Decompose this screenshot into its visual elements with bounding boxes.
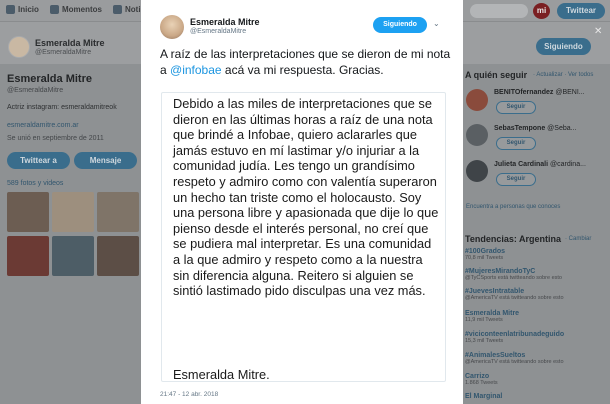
photo-thumbnail[interactable] xyxy=(7,236,49,276)
following-button[interactable]: Siguiendo xyxy=(536,38,591,55)
nav-moments-label: Momentos xyxy=(62,5,102,14)
trend-name: #MujeresMirandoTyC xyxy=(465,268,536,275)
trends-change-link[interactable]: · Cambiar xyxy=(565,236,591,242)
trend-name: #100Grados xyxy=(465,248,506,255)
trend-meta: 1.868 Tweets xyxy=(465,380,498,386)
nav-moments[interactable]: Momentos xyxy=(50,5,102,14)
trend-meta: @AmericaTV está twitteando sobre esto xyxy=(465,295,564,301)
photos-videos-link[interactable]: 589 fotos y videos xyxy=(7,180,63,187)
nav-notifications-label: Noti xyxy=(125,5,141,14)
tweet-text-after: acá va mi respuesta. Gracias. xyxy=(221,63,384,77)
suggested-user[interactable]: Julieta Cardinali @cardina... xyxy=(494,161,586,168)
header-profile-name: Esmeralda Mitre xyxy=(35,38,105,48)
trend-name: Esmeralda Mitre xyxy=(465,310,520,317)
nav-home[interactable]: Inicio xyxy=(6,5,39,14)
trend-name: #JuevesIntratable xyxy=(465,288,525,295)
tweet-author-name[interactable]: Esmeralda Mitre xyxy=(190,17,260,27)
photo-thumbnail[interactable] xyxy=(52,236,94,276)
profile-logo-icon[interactable]: mi xyxy=(533,3,550,19)
trends-title: Tendencias: Argentina xyxy=(465,234,562,244)
home-icon xyxy=(6,5,15,14)
nav-notifications[interactable]: Noti xyxy=(113,5,141,14)
trend-name: #AnimalesSueltos xyxy=(465,352,526,359)
suggested-user[interactable]: SebasTempone @Seba... xyxy=(494,125,576,132)
bell-icon xyxy=(113,5,122,14)
trend-meta: 11,9 mil Tweets xyxy=(465,317,503,323)
tweet-author-handle[interactable]: @EsmeraldaMitre xyxy=(190,28,246,35)
avatar[interactable] xyxy=(466,124,488,146)
statement-signature: Esmeralda Mitre. xyxy=(173,367,270,382)
tweet-to-button[interactable]: Twittear a xyxy=(7,152,70,169)
close-icon[interactable]: ✕ xyxy=(594,26,602,37)
trend-item[interactable]: #AnimalesSueltos @AmericaTV está twittea… xyxy=(465,352,564,365)
profile-bio: Actriz instagram: esmeraldamitreok xyxy=(7,104,117,111)
tweet-text: A raíz de las interpretaciones que se di… xyxy=(160,46,452,78)
trend-item[interactable]: #100Grados 70,8 mil Tweets xyxy=(465,248,505,261)
trend-item[interactable]: #MujeresMirandoTyC @TyCSports está twitt… xyxy=(465,268,562,281)
trend-meta: @TyCSports está twitteando sobre esto xyxy=(465,275,562,281)
suggested-user-handle: @Seba... xyxy=(547,125,577,132)
header-profile-handle: @EsmeraldaMitre xyxy=(35,49,92,56)
trend-name: El Marginal xyxy=(465,393,503,400)
chevron-down-icon[interactable]: ⌄ xyxy=(433,19,440,28)
suggested-user-handle: @BENI... xyxy=(555,89,585,96)
trend-item[interactable]: Esmeralda Mitre 11,9 mil Tweets xyxy=(465,310,519,323)
trend-item[interactable]: El Marginal xyxy=(465,393,502,400)
profile-joined-date: Se unió en septiembre de 2011 xyxy=(7,135,104,142)
statement-text: Debido a las miles de interpretaciones q… xyxy=(173,96,439,299)
suggested-user-handle: @cardina... xyxy=(550,161,586,168)
suggested-user[interactable]: BENITOfernandez @BENI... xyxy=(494,89,585,96)
photo-thumbnail[interactable] xyxy=(52,192,94,232)
trend-item[interactable]: #JuevesIntratable @AmericaTV está twitte… xyxy=(465,288,564,301)
avatar[interactable] xyxy=(466,89,488,111)
suggested-user-name: Julieta Cardinali xyxy=(494,161,549,168)
nav-home-label: Inicio xyxy=(18,5,39,14)
profile-url-link[interactable]: esmeraldamitre.com.ar xyxy=(7,122,79,129)
find-people-link[interactable]: Encuentra a personas que conoces xyxy=(466,204,560,210)
trend-name: #viciconteenlatribunadeguido xyxy=(465,331,565,338)
avatar[interactable] xyxy=(8,36,30,58)
follow-button[interactable]: Seguir xyxy=(496,173,536,186)
lightning-icon xyxy=(50,5,59,14)
photo-thumbnail[interactable] xyxy=(97,192,139,232)
suggested-user-name: BENITOfernandez xyxy=(494,89,554,96)
following-button[interactable]: Siguiendo xyxy=(373,17,427,33)
who-to-follow-title: A quién seguir xyxy=(465,70,528,80)
photo-thumbnail[interactable] xyxy=(97,236,139,276)
tweet-timestamp[interactable]: 21:47 - 12 abr. 2018 xyxy=(160,391,218,398)
follow-button[interactable]: Seguir xyxy=(496,137,536,150)
message-button[interactable]: Mensaje xyxy=(74,152,137,169)
who-to-follow-links[interactable]: · Actualizar · Ver todos xyxy=(533,72,593,78)
trend-name: Carrizo xyxy=(465,373,490,380)
profile-name: Esmeralda Mitre xyxy=(7,73,92,85)
trend-meta: 15,3 mil Tweets xyxy=(465,338,504,344)
mention-link[interactable]: @infobae xyxy=(170,63,222,77)
photo-thumbnail[interactable] xyxy=(7,192,49,232)
follow-button[interactable]: Seguir xyxy=(496,101,536,114)
avatar[interactable] xyxy=(466,160,488,182)
trend-item[interactable]: Carrizo 1.868 Tweets xyxy=(465,373,498,386)
profile-sidebar xyxy=(0,64,150,404)
profile-handle: @EsmeraldaMitre xyxy=(7,87,64,94)
avatar[interactable] xyxy=(160,15,184,39)
trend-meta: 70,8 mil Tweets xyxy=(465,255,504,261)
suggested-user-name: SebasTempone xyxy=(494,125,546,132)
trend-meta: @AmericaTV está twitteando sobre esto xyxy=(465,359,564,365)
search-input[interactable] xyxy=(470,4,528,18)
compose-tweet-button[interactable]: Twittear xyxy=(557,3,605,19)
trend-item[interactable]: #viciconteenlatribunadeguido 15,3 mil Tw… xyxy=(465,331,564,344)
